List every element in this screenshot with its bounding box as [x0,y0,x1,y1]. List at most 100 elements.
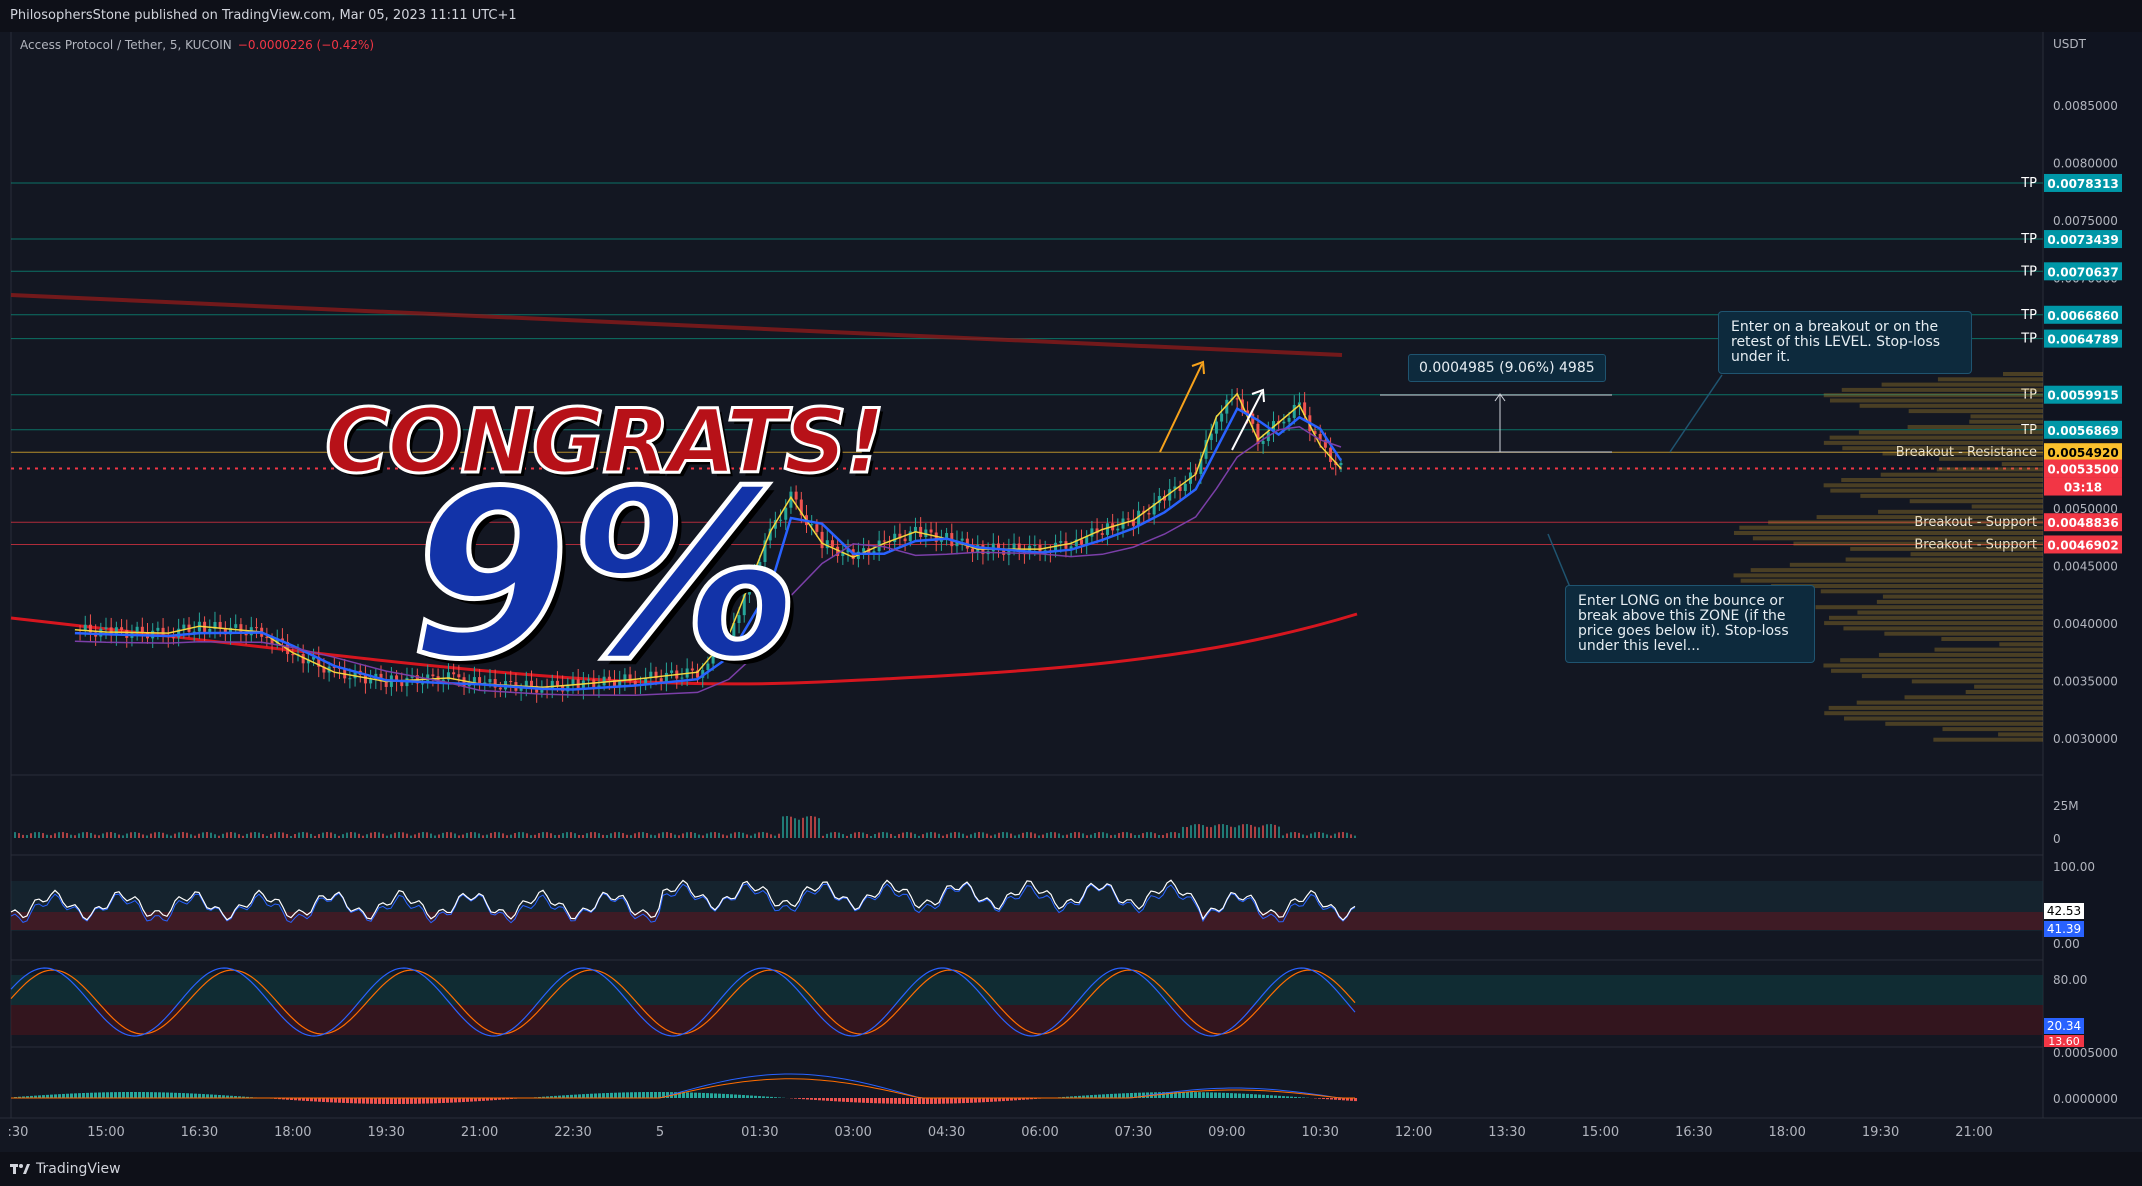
macd-histogram-bar [602,1093,605,1098]
tradingview-logo[interactable]: TradingView [10,1161,121,1177]
volume-bar [1154,833,1156,838]
volume-bar [546,832,548,838]
candle-body [820,531,824,549]
resistance-note[interactable]: Enter on a breakout or on the retest of … [1718,311,1972,374]
volume-bar [1046,832,1048,838]
volume-profile-bar [1885,721,2043,726]
macd-histogram-bar [714,1093,717,1098]
macd-histogram-bar [578,1094,581,1098]
time-tick-label: 15:00 [1582,1125,1619,1140]
volume-bar [458,835,460,838]
volume-bar [1310,833,1312,838]
volume-bar [694,832,696,838]
volume-bar [382,833,384,838]
volume-bar [1318,832,1320,838]
volume-bar [134,832,136,838]
volume-bar [210,832,212,838]
volume-bar [86,832,88,838]
volume-bar [802,817,804,838]
volume-bar [202,832,204,838]
volume-bar [1110,835,1112,838]
macd-histogram-bar [1246,1093,1249,1098]
volume-bar [1338,832,1340,838]
macd-histogram-bar [718,1093,721,1098]
volume-profile-bar [1878,509,2043,514]
volume-bar [678,835,680,838]
volume-bar [554,835,556,838]
volume-bar [414,834,416,838]
volume-bar [598,833,600,838]
macd-histogram-bar [342,1098,345,1103]
macd-histogram-bar [1334,1098,1337,1100]
volume-bar [542,832,544,838]
macd-histogram-bar [1186,1092,1189,1098]
candle-body [1235,398,1239,400]
macd-histogram-bar [842,1098,845,1102]
volume-bar [750,835,752,838]
macd-histogram-bar [1230,1093,1233,1098]
price-tick-label: 0.0080000 [2053,157,2118,171]
macd-histogram-bar [186,1093,189,1098]
volume-bar [1150,832,1152,838]
macd-histogram-bar [1290,1096,1293,1098]
macd-histogram-bar [62,1093,65,1098]
volume-bar [258,832,260,838]
macd-histogram-bar [1098,1094,1101,1098]
volume-bar [834,832,836,838]
volume-bar [962,833,964,838]
macd-histogram-bar [114,1092,117,1098]
volume-bar [762,832,764,838]
macd-histogram-bar [362,1098,365,1104]
macd-histogram-bar [702,1092,705,1098]
support-note[interactable]: Enter LONG on the bounce or break above … [1565,585,1815,663]
candle-body [815,524,819,532]
macd-histogram-bar [470,1098,473,1102]
macd-histogram-bar [626,1092,629,1098]
volume-bar [478,833,480,838]
volume-bar [982,832,984,838]
volume-bar [1054,832,1056,838]
volume-bar [342,834,344,838]
volume-bar [1282,835,1284,838]
volume-bar [74,835,76,838]
candle-body [171,637,175,639]
stoch-k-label: 20.34 [2047,1019,2081,1033]
macd-histogram-bar [1286,1096,1289,1098]
level-price-label: 0.0048836 [2047,516,2118,530]
level-price-label: 0.0066860 [2047,309,2118,323]
volume-bar [1354,835,1356,838]
volume-bar [798,819,800,838]
volume-bar [938,833,940,838]
volume-bar [1082,833,1084,838]
symbol-legend[interactable]: Access Protocol / Tether, 5, KUCOIN −0.00… [20,38,374,52]
volume-bar [38,832,40,838]
volume-bar [406,833,408,838]
volume-bar [182,832,184,838]
macd-histogram-bar [406,1098,409,1104]
candle-body [1033,544,1037,546]
volume-bar [810,816,812,838]
volume-bar [1258,827,1260,838]
volume-bar [310,833,312,838]
macd-histogram-bar [386,1098,389,1104]
volume-bar [446,832,448,838]
volume-bar [262,834,264,838]
volume-bar [1306,835,1308,838]
time-tick-label: 13:30 [1488,1125,1525,1140]
volume-bar [1162,834,1164,838]
macd-histogram-bar [1274,1095,1277,1098]
macd-histogram-bar [78,1093,81,1098]
volume-bar [946,834,948,838]
macd-histogram-bar [314,1098,317,1102]
volume-bar [294,834,296,838]
candle-body [996,543,1000,549]
macd-histogram-bar [430,1098,433,1104]
volume-bar [974,832,976,838]
time-tick-label: 01:30 [741,1125,778,1140]
level-label: TP [2020,308,2037,323]
volume-bar [686,832,688,838]
chart-area[interactable]: USDT0.00850000.00800000.00750000.0070000… [0,32,2142,1152]
volume-bar [1342,832,1344,838]
macd-histogram-bar [378,1098,381,1104]
volume-bar [1158,834,1160,838]
